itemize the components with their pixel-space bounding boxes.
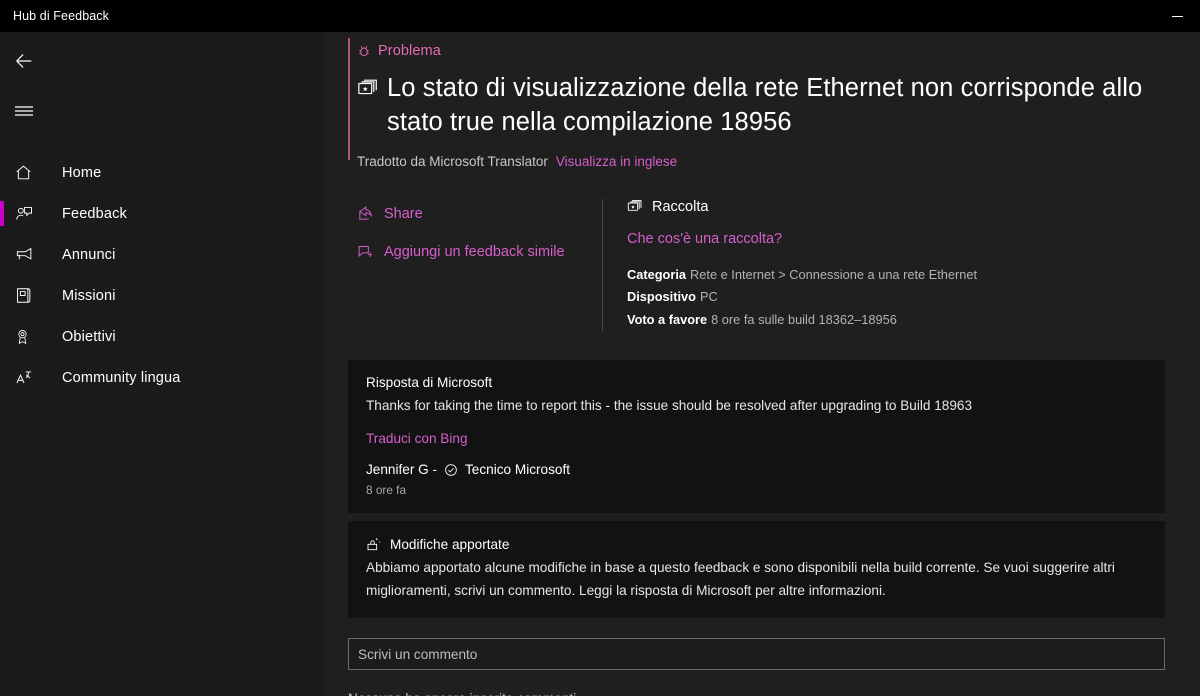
share-label: Share (384, 205, 423, 222)
metadata-row: Categoria Rete e Internet > Connessione a… (627, 264, 1200, 287)
changes-card-body: Abbiamo apportato alcune modifiche in ba… (366, 560, 1115, 599)
collection-icon (357, 72, 379, 105)
actions-and-details: Share Aggiungi un feedback simile Raccol… (323, 198, 1200, 332)
back-button[interactable] (0, 40, 48, 82)
sidebar-item-community-lingua[interactable]: Community lingua (0, 357, 323, 398)
comment-box-wrapper (323, 638, 1200, 671)
feedback-kind-label: Problema (378, 43, 441, 59)
card-stack: Risposta di Microsoft Thanks for taking … (323, 360, 1200, 619)
sidebar-item-home[interactable]: Home (0, 152, 323, 193)
changes-made-card: Modifiche apportate Abbiamo apportato al… (348, 521, 1165, 619)
changes-card-heading: Modifiche apportate (366, 536, 1147, 552)
sidebar-item-annunci[interactable]: Annunci (0, 234, 323, 275)
verified-check-icon (445, 464, 457, 476)
translate-with-bing-link[interactable]: Traduci con Bing (366, 431, 468, 446)
hamburger-icon (15, 106, 33, 116)
feedback-hero: Problema Lo stato di visualizzazione del… (323, 32, 1200, 169)
author-role: Tecnico Microsoft (465, 462, 571, 478)
no-comments-message: Nessuno ha ancora inserito commenti. (323, 691, 1200, 696)
app-title: Hub di Feedback (13, 9, 110, 23)
response-author: Jennifer G - Tecnico Microsoft (366, 462, 1147, 477)
bug-icon (358, 45, 370, 56)
sidebar-item-missioni[interactable]: Missioni (0, 275, 323, 316)
quests-icon (14, 286, 48, 305)
author-name: Jennifer G - (366, 462, 438, 478)
window-controls (1154, 0, 1200, 32)
sidebar-nav: Home Feedback Annunci Missioni Obiettivi… (0, 152, 323, 398)
metadata-row: Dispositivo PC (627, 286, 1200, 309)
achievements-icon (14, 327, 48, 347)
add-similar-feedback-label: Aggiungi un feedback simile (384, 243, 565, 260)
menu-button[interactable] (0, 90, 48, 132)
page-title: Lo stato di visualizzazione della rete E… (387, 74, 1143, 136)
sidebar-item-label: Missioni (62, 287, 116, 304)
metadata-value: PC (699, 289, 718, 305)
share-button[interactable]: Share (357, 199, 602, 229)
collection-heading-label: Raccolta (652, 198, 709, 215)
microsoft-response-card: Risposta di Microsoft Thanks for taking … (348, 360, 1165, 514)
translation-row: Tradotto da Microsoft Translator Visuali… (357, 154, 1170, 169)
metadata-value: 8 ore fa sulle build 18362–18956 (711, 311, 897, 327)
back-arrow-icon (16, 54, 32, 68)
metadata-row: Voto a favore 8 ore fa sulle build 18362–… (627, 309, 1200, 332)
feedback-icon (14, 204, 48, 223)
sidebar-item-label: Annunci (62, 246, 116, 263)
add-comment-icon (358, 246, 373, 258)
metadata-list: Categoria Rete e Internet > Connessione a… (627, 264, 1200, 332)
home-icon (14, 163, 48, 182)
metadata-value: Rete e Internet > Connessione a una rete… (690, 266, 978, 282)
sidebar-item-feedback[interactable]: Feedback (0, 193, 323, 234)
sidebar-item-label: Community lingua (62, 369, 181, 386)
response-card-body: Thanks for taking the time to report thi… (366, 398, 973, 414)
view-in-english-link[interactable]: Visualizza in inglese (556, 154, 677, 169)
title-bar: Hub di Feedback (0, 0, 1200, 32)
language-community-icon (14, 368, 48, 387)
action-list: Share Aggiungi un feedback simile (357, 199, 602, 332)
details-panel: Raccolta Che cos'è una raccolta? Categor… (602, 198, 1200, 332)
metadata-key: Dispositivo (627, 289, 696, 305)
hero-accent-bar (348, 38, 350, 160)
sidebar-item-obiettivi[interactable]: Obiettivi (0, 316, 323, 357)
translation-note: Tradotto da Microsoft Translator (357, 153, 548, 169)
metadata-key: Categoria (627, 266, 687, 282)
collection-icon (627, 199, 642, 211)
what-is-collection-link[interactable]: Che cos'è una raccolta? (627, 231, 782, 247)
minimize-button[interactable] (1154, 0, 1200, 32)
sidebar: Home Feedback Annunci Missioni Obiettivi… (0, 32, 323, 696)
main-content: Problema Lo stato di visualizzazione del… (323, 32, 1200, 696)
feedback-kind: Problema (357, 40, 1170, 62)
changes-made-icon (367, 538, 381, 551)
announcement-icon (14, 245, 48, 264)
changes-card-title: Modifiche apportate (390, 536, 510, 552)
sidebar-item-label: Home (62, 164, 102, 181)
add-similar-feedback-button[interactable]: Aggiungi un feedback simile (357, 237, 602, 267)
metadata-key: Voto a favore (627, 311, 708, 327)
collection-heading: Raccolta (627, 199, 1200, 215)
sidebar-item-label: Feedback (62, 205, 127, 222)
sidebar-item-label: Obiettivi (62, 328, 116, 345)
feedback-title-row: Lo stato di visualizzazione della rete E… (357, 72, 1170, 140)
response-card-title: Risposta di Microsoft (366, 375, 493, 391)
app-window: Hub di Feedback Home Feedback Annunci Mi… (0, 0, 1200, 696)
response-timestamp: 8 ore fa (366, 483, 407, 498)
sidebar-top-buttons (0, 32, 323, 132)
comment-input[interactable] (348, 638, 1165, 671)
minimize-icon (1171, 15, 1183, 17)
share-icon (358, 206, 372, 220)
